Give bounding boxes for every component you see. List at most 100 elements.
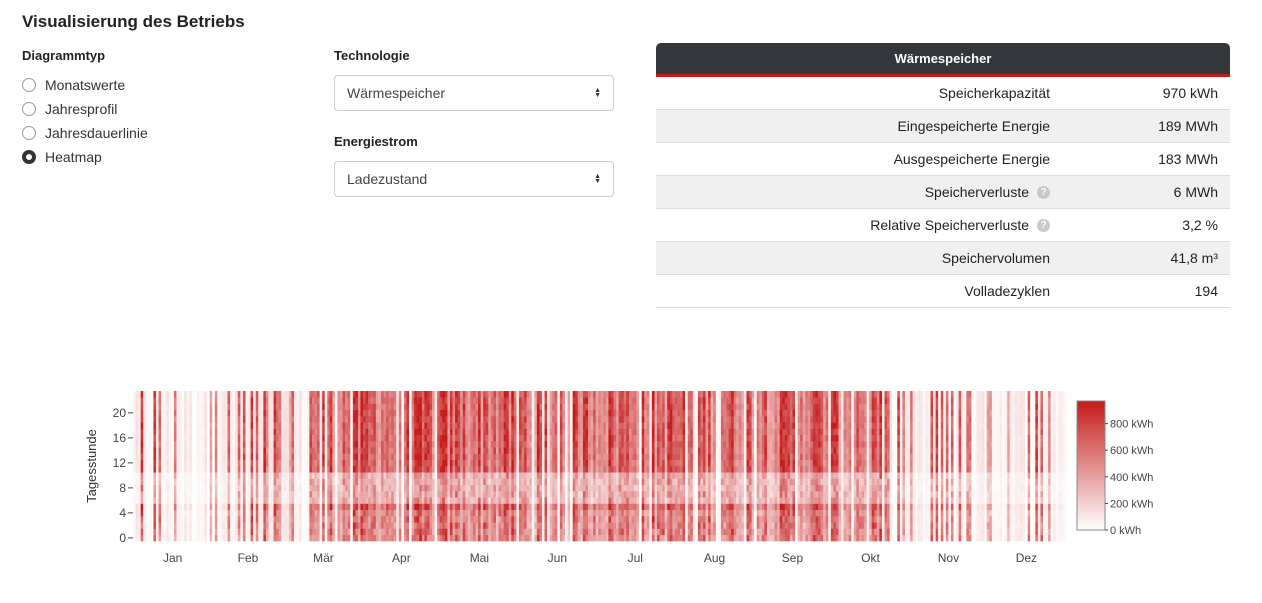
heatmap-cell xyxy=(421,403,425,411)
heatmap-cell xyxy=(426,522,430,529)
heatmap-cell xyxy=(314,503,318,511)
heatmap-cell xyxy=(506,447,510,454)
heatmap-cell xyxy=(322,497,326,504)
heatmap-cell xyxy=(521,447,525,454)
heatmap-cell xyxy=(365,484,369,492)
heatmap-cell xyxy=(511,497,515,504)
heatmap-cell xyxy=(133,509,136,517)
heatmap-cell xyxy=(171,391,175,398)
heatmap-cell xyxy=(529,497,533,504)
radio-circle-icon[interactable] xyxy=(22,126,36,140)
heatmap-cell xyxy=(626,434,630,442)
heatmap-cell xyxy=(595,484,599,492)
heatmap-cell xyxy=(386,428,389,436)
heatmap-cell xyxy=(340,509,343,517)
heatmap-cell xyxy=(628,397,632,404)
heatmap-cell xyxy=(626,503,630,511)
heatmap-cell xyxy=(424,453,428,461)
heatmap-cell xyxy=(644,428,648,436)
heatmap-cell xyxy=(365,403,369,411)
radio-jahresdauerlinie[interactable]: Jahresdauerlinie xyxy=(22,121,148,145)
heatmap-cell xyxy=(414,534,418,542)
heatmap-cell xyxy=(158,491,162,498)
heatmap-cell xyxy=(263,534,267,542)
heatmap-cell xyxy=(194,528,198,536)
heatmap-cell xyxy=(588,491,591,498)
heatmap-cell xyxy=(567,441,571,448)
heatmap-cell xyxy=(373,397,377,404)
heatmap-cell xyxy=(467,466,471,473)
heatmap-cell xyxy=(618,491,622,498)
heatmap-cell xyxy=(585,534,589,542)
heatmap-cell xyxy=(150,522,154,529)
heatmap-cell xyxy=(370,459,374,467)
heatmap-cell xyxy=(242,472,246,479)
heatmap-cell xyxy=(452,403,456,411)
heatmap-cell xyxy=(393,491,397,498)
heatmap-cell xyxy=(554,397,558,404)
heatmap-cell xyxy=(646,509,650,517)
heatmap-cell xyxy=(375,503,379,511)
heatmap-cell xyxy=(276,528,280,536)
heatmap-cell xyxy=(225,497,228,504)
heatmap-cell xyxy=(552,409,556,417)
heatmap-cell xyxy=(179,509,182,517)
help-icon[interactable]: ? xyxy=(1037,218,1050,232)
radio-heatmap[interactable]: Heatmap xyxy=(22,145,148,169)
heatmap-cell xyxy=(363,484,366,492)
heatmap-cell xyxy=(475,503,479,511)
heatmap-cell xyxy=(194,403,198,411)
heatmap-cell xyxy=(278,491,282,498)
heatmap-cell xyxy=(299,428,303,436)
heatmap-cell xyxy=(570,447,573,454)
help-icon[interactable]: ? xyxy=(1037,185,1050,199)
heatmap-cell xyxy=(283,466,287,473)
heatmap-cell xyxy=(148,434,152,442)
energiestrom-select[interactable]: Ladezustand ▲ ▼ xyxy=(334,161,614,197)
heatmap-cell xyxy=(521,528,525,536)
heatmap-cell xyxy=(605,528,609,536)
heatmap-cell xyxy=(401,528,405,536)
heatmap-cell xyxy=(291,503,295,511)
heatmap-cell xyxy=(452,503,456,511)
heatmap-cell xyxy=(470,497,474,504)
heatmap-cell xyxy=(278,522,282,529)
heatmap-cell xyxy=(654,397,658,404)
heatmap-cell xyxy=(232,434,236,442)
heatmap-cell xyxy=(416,509,420,517)
heatmap-cell xyxy=(225,509,228,517)
technologie-select[interactable]: Wärmespeicher ▲ ▼ xyxy=(334,75,614,111)
heatmap-cell xyxy=(189,409,193,417)
heatmap-cell xyxy=(166,484,170,492)
heatmap-cell xyxy=(140,441,144,448)
heatmap-cell xyxy=(245,403,249,411)
heatmap-cell xyxy=(467,491,471,498)
heatmap-cell xyxy=(654,503,658,511)
heatmap-cell xyxy=(511,522,515,529)
heatmap-cell xyxy=(513,509,517,517)
heatmap-cell xyxy=(501,416,504,423)
heatmap-cell xyxy=(611,391,614,398)
heatmap-cell xyxy=(416,434,420,442)
heatmap-cell xyxy=(268,497,272,504)
heatmap-cell xyxy=(595,472,599,479)
radio-monatswerte[interactable]: Monatswerte xyxy=(22,73,148,97)
heatmap-cell xyxy=(314,453,318,461)
heatmap-cell xyxy=(455,522,458,529)
heatmap-cell xyxy=(143,459,147,467)
heatmap-cell xyxy=(383,522,387,529)
radio-circle-icon[interactable] xyxy=(22,78,36,92)
heatmap-cell xyxy=(168,509,172,517)
radio-jahresprofil[interactable]: Jahresprofil xyxy=(22,97,148,121)
heatmap-cell xyxy=(547,472,550,479)
heatmap-cell xyxy=(488,416,492,423)
heatmap-cell xyxy=(485,484,489,492)
heatmap-cell xyxy=(148,503,152,511)
heatmap-cell xyxy=(501,497,504,504)
heatmap-cell xyxy=(227,403,231,411)
heatmap-cell xyxy=(649,534,653,542)
radio-circle-checked-icon[interactable] xyxy=(22,150,36,164)
heatmap-cell xyxy=(618,447,622,454)
heatmap-cell xyxy=(547,509,550,517)
radio-circle-icon[interactable] xyxy=(22,102,36,116)
